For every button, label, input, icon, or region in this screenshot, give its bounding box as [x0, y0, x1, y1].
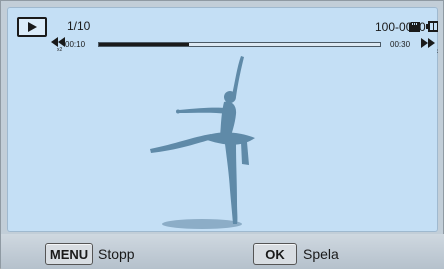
video-viewport[interactable]: 1/10 100-0010 x2 00:10 00:30	[7, 7, 438, 232]
time-total: 00:30	[390, 40, 411, 49]
menu-key[interactable]: MENU	[45, 243, 93, 265]
ok-key[interactable]: OK	[253, 243, 297, 265]
progress-bar-fill	[99, 43, 189, 46]
fast-forward-speed: x5	[437, 49, 438, 55]
rewind-speed: x2	[57, 47, 63, 53]
rewind-icon[interactable]	[51, 37, 65, 47]
file-counter: 1/10	[67, 19, 91, 33]
play-icon	[17, 17, 47, 37]
fast-forward-icon[interactable]	[421, 38, 435, 48]
menu-action-label: Stopp	[98, 246, 135, 262]
ballerina-silhouette-image	[150, 56, 255, 229]
progress-bar[interactable]	[98, 42, 381, 47]
control-bar: MENU Stopp OK Spela	[1, 234, 444, 269]
battery-full-icon	[426, 21, 438, 32]
camera-playback-screen: 1/10 100-0010 x2 00:10 00:30 MENU Stopp …	[0, 0, 444, 269]
ok-action-label: Spela	[303, 246, 339, 262]
time-elapsed: 00:10	[65, 40, 86, 49]
sd-card-icon	[409, 22, 420, 32]
